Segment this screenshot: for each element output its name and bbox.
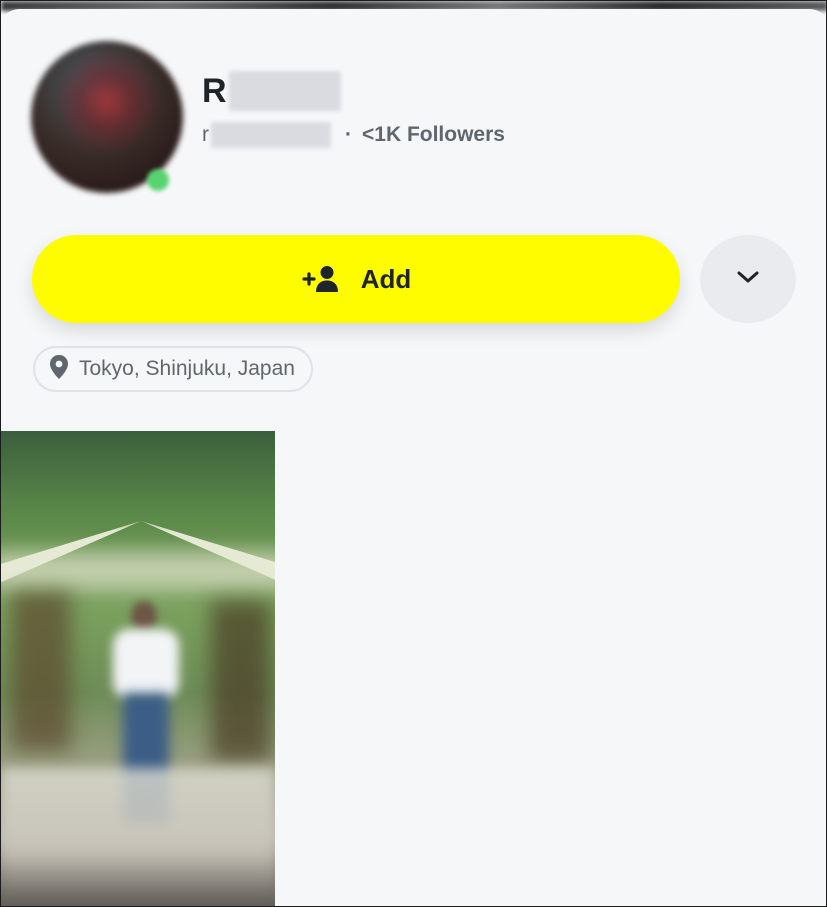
location-label: Tokyo, Shinjuku, Japan — [79, 357, 295, 380]
display-name-redacted — [228, 71, 341, 111]
add-friend-icon — [301, 264, 341, 294]
display-name-visible: R — [202, 71, 227, 110]
location-chip[interactable]: Tokyo, Shinjuku, Japan — [33, 346, 313, 392]
add-friend-button[interactable]: Add — [32, 235, 680, 323]
thumb-ground — [1, 768, 275, 906]
username-redacted — [211, 122, 331, 148]
location-pin-icon — [49, 354, 69, 385]
online-indicator — [147, 169, 169, 191]
display-name: R — [202, 71, 341, 111]
add-friend-label: Add — [360, 263, 412, 294]
chevron-down-icon — [736, 269, 760, 290]
thumb-pillar-right — [211, 601, 271, 761]
username-visible: r — [202, 123, 209, 146]
followers-count: <1K Followers — [362, 123, 505, 146]
thumb-person-head — [131, 601, 157, 631]
separator-dot: · — [345, 123, 352, 146]
profile-sheet: R r · <1K Followers Add Tokyo, Shinjuku,… — [1, 9, 826, 906]
more-options-button[interactable] — [700, 235, 796, 323]
thumb-pillar-left — [11, 591, 71, 751]
profile-screen: R r · <1K Followers Add Tokyo, Shinjuku,… — [0, 0, 827, 907]
profile-subtitle: r · <1K Followers — [202, 122, 505, 148]
story-thumbnail[interactable] — [1, 431, 275, 906]
thumb-person-shirt — [113, 629, 179, 699]
